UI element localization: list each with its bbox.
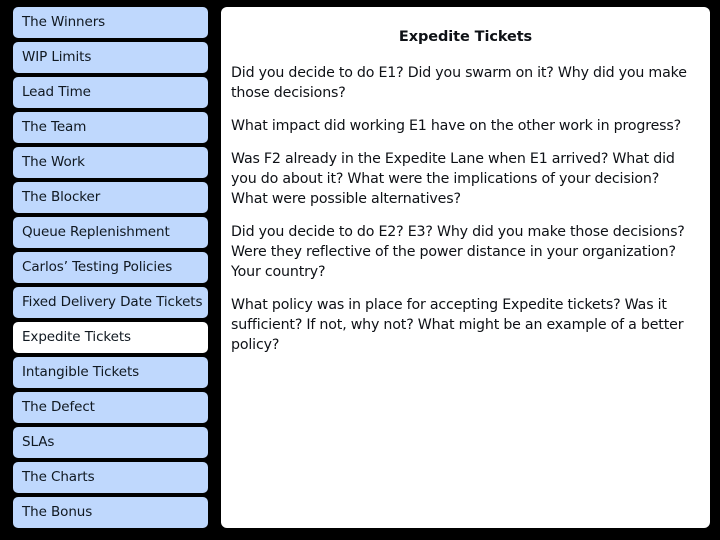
sidebar-item-slas[interactable]: SLAs [13,427,208,458]
sidebar-item-label: The Charts [22,469,95,485]
sidebar-item-label: Expedite Tickets [22,329,131,345]
sidebar-item-the-charts[interactable]: The Charts [13,462,208,493]
sidebar-item-label: Carlos’ Testing Policies [22,259,173,275]
sidebar-item-the-bonus[interactable]: The Bonus [13,497,208,528]
sidebar-item-the-defect[interactable]: The Defect [13,392,208,423]
sidebar-item-the-blocker[interactable]: The Blocker [13,182,208,213]
sidebar-item-intangible-tickets[interactable]: Intangible Tickets [13,357,208,388]
sidebar-item-label: Fixed Delivery Date Tickets [22,294,203,310]
content-paragraph: What impact did working E1 have on the o… [231,118,682,134]
sidebar-item-lead-time[interactable]: Lead Time [13,77,208,108]
sidebar-item-label: The Team [22,119,87,135]
sidebar-item-label: WIP Limits [22,49,92,65]
sidebar-item-the-team[interactable]: The Team [13,112,208,143]
content-paragraph: Did you decide to do E1? Did you swarm o… [231,65,687,101]
content-body: Did you decide to do E1? Did you swarm o… [221,63,710,355]
sidebar-item-label: The Blocker [22,189,101,205]
sidebar-item-label: The Winners [22,14,106,30]
sidebar-item-label: Queue Replenishment [22,224,170,240]
sidebar-item-the-winners[interactable]: The Winners [13,7,208,38]
content-panel: Expedite Tickets Did you decide to do E1… [221,7,710,528]
sidebar-item-the-work[interactable]: The Work [13,147,208,178]
sidebar-item-queue-replenishment[interactable]: Queue Replenishment [13,217,208,248]
sidebar-item-fixed-delivery-date-tickets[interactable]: Fixed Delivery Date Tickets [13,287,208,318]
sidebar-navigation: The Winners WIP Limits Lead Time The Team Th… [13,7,208,532]
sidebar-item-wip-limits[interactable]: WIP Limits [13,42,208,73]
sidebar-item-label: Lead Time [22,84,91,100]
sidebar-item-label: SLAs [22,434,55,450]
sidebar-item-carlos-testing-policies[interactable]: Carlos’ Testing Policies [13,252,208,283]
sidebar-item-label: The Work [22,154,85,170]
page-title: Expedite Tickets [398,29,533,45]
content-paragraph: Was F2 already in the Expedite Lane when… [231,151,675,207]
slide-canvas: The Winners WIP Limits Lead Time The Team Th… [0,0,720,540]
sidebar-item-label: The Defect [22,399,95,415]
sidebar-item-label: Intangible Tickets [22,364,140,380]
content-paragraph: What policy was in place for accepting E… [231,297,684,353]
sidebar-item-label: The Bonus [22,504,93,520]
sidebar-item-expedite-tickets[interactable]: Expedite Tickets [13,322,208,353]
content-paragraph: Did you decide to do E2? E3? Why did you… [231,224,685,280]
